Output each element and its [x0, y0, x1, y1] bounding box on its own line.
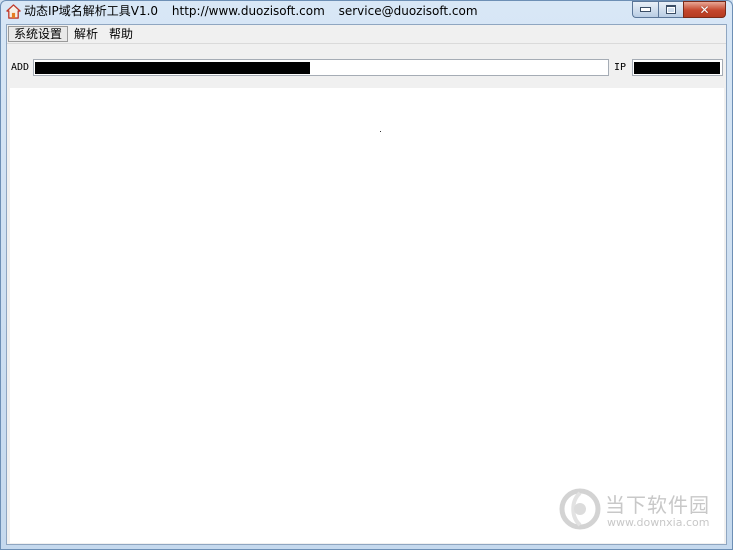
watermark-url: www.downxia.com	[607, 516, 710, 529]
menu-system-settings[interactable]: 系统设置	[8, 26, 69, 42]
minimize-button[interactable]	[632, 1, 658, 18]
client-area: 系统设置 解析 帮助 ADD IP	[6, 24, 727, 545]
add-value-redacted	[35, 62, 310, 74]
menu-bar: 系统设置 解析 帮助	[7, 25, 726, 43]
result-display-area[interactable]	[10, 88, 724, 543]
close-button[interactable]: ✕	[683, 1, 726, 18]
ip-value-redacted	[634, 62, 720, 74]
ip-label: IP	[614, 62, 627, 73]
address-row: ADD IP	[7, 58, 726, 78]
title-bar[interactable]: 动态IP域名解析工具V1.0 http://www.duozisoft.com …	[1, 1, 732, 23]
maximize-button[interactable]	[658, 1, 683, 18]
add-input[interactable]	[33, 59, 609, 76]
watermark-title: 当下软件园	[605, 493, 710, 517]
maximize-icon	[666, 5, 676, 14]
menu-resolve[interactable]: 解析	[69, 26, 103, 42]
window-controls: ✕	[632, 1, 726, 19]
app-window: 动态IP域名解析工具V1.0 http://www.duozisoft.com …	[0, 0, 733, 550]
title-email: service@duozisoft.com	[338, 4, 478, 18]
minimize-icon	[640, 7, 651, 12]
menu-help[interactable]: 帮助	[104, 26, 138, 42]
window-title: 动态IP域名解析工具V1.0 http://www.duozisoft.com …	[24, 4, 488, 19]
title-app-name: 动态IP域名解析工具V1.0	[24, 4, 159, 18]
add-label: ADD	[11, 62, 30, 73]
ip-input[interactable]	[632, 59, 723, 76]
house-app-icon	[6, 4, 21, 19]
menu-divider	[7, 43, 726, 44]
title-website: http://www.duozisoft.com	[171, 4, 325, 18]
close-icon: ✕	[699, 2, 710, 17]
stray-pixel	[380, 131, 381, 132]
watermark: 当下软件园 www.downxia.com	[559, 487, 719, 535]
downxia-logo-icon	[559, 488, 601, 530]
